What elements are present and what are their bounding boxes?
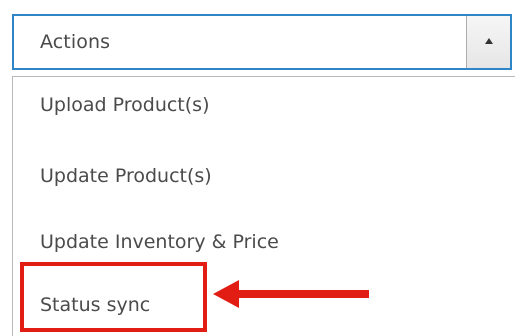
actions-select-value: Actions: [40, 31, 111, 53]
screenshot-stage: Actions Upload Product(s) Update Product…: [0, 0, 515, 336]
caret-up-icon: [485, 38, 493, 44]
actions-select[interactable]: Actions: [12, 14, 512, 70]
select-toggle-button[interactable]: [466, 16, 510, 68]
menu-item-upload-products[interactable]: Upload Product(s): [40, 94, 209, 116]
red-arrow-left-icon: [213, 280, 369, 308]
menu-item-update-inventory-price[interactable]: Update Inventory & Price: [40, 231, 279, 253]
highlight-box: [20, 262, 207, 332]
menu-item-update-products[interactable]: Update Product(s): [40, 165, 212, 187]
